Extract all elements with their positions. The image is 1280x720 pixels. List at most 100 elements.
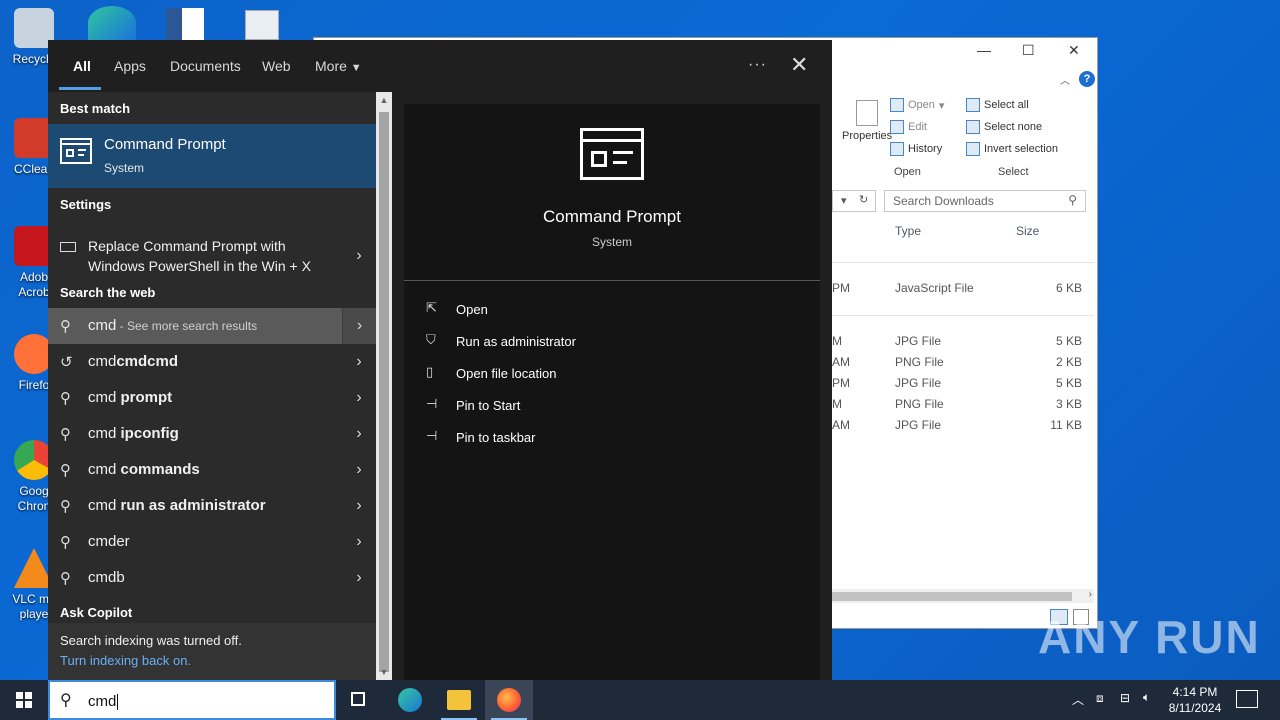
scroll-down-icon[interactable]: ▼ bbox=[376, 664, 392, 680]
text-caret bbox=[117, 694, 119, 711]
turn-indexing-on-link[interactable]: Turn indexing back on. bbox=[60, 653, 191, 668]
chevron-right-icon[interactable]: › bbox=[342, 488, 376, 524]
file-row[interactable]: PM JPG File 5 KB bbox=[832, 374, 1092, 394]
web-search-top-result[interactable]: ⚲ cmd - See more search results › bbox=[48, 308, 376, 344]
file-row[interactable]: AM PNG File 2 KB bbox=[832, 353, 1092, 373]
horizontal-scrollbar[interactable]: › bbox=[832, 589, 1094, 603]
suggestion-item[interactable]: ⚲ cmdb › bbox=[48, 560, 376, 596]
action-pin-to-taskbar[interactable]: ⊣ Pin to taskbar bbox=[426, 426, 726, 450]
taskbar-search-box[interactable]: ⚲ cmd bbox=[48, 680, 336, 720]
edge-desktop-icon[interactable] bbox=[88, 6, 136, 40]
suggestion-item[interactable]: ⚲ cmd ipconfig › bbox=[48, 416, 376, 452]
action-open-file-location[interactable]: ▯ Open file location bbox=[426, 362, 726, 386]
properties-button[interactable]: Properties bbox=[842, 100, 892, 142]
edit-button[interactable]: Edit bbox=[890, 120, 927, 134]
detail-subtitle: System bbox=[591, 235, 632, 249]
close-icon[interactable]: ✕ bbox=[1068, 42, 1080, 59]
chevron-right-icon[interactable]: › bbox=[342, 344, 376, 380]
minimize-icon[interactable]: — bbox=[977, 42, 991, 58]
maximize-icon[interactable]: ☐ bbox=[1022, 42, 1035, 59]
suggestion-item[interactable]: ⚲ cmd commands › bbox=[48, 452, 376, 488]
suggestion-item[interactable]: ⚲ cmd run as administrator › bbox=[48, 488, 376, 524]
suggestion-prefix: cmd bbox=[88, 353, 117, 370]
ribbon-group-open: Open bbox=[894, 166, 921, 178]
more-options-icon[interactable]: ··· bbox=[748, 56, 767, 74]
scrollbar-thumb[interactable] bbox=[832, 592, 1072, 601]
file-type: JPG File bbox=[895, 418, 942, 432]
suggestion-item[interactable]: ⚲ cmd prompt › bbox=[48, 380, 376, 416]
search-downloads-input[interactable]: Search Downloads ⚲ bbox=[884, 190, 1086, 212]
tab-documents[interactable]: Documents bbox=[170, 58, 241, 74]
address-bar-controls[interactable]: ▾ ↻ bbox=[832, 190, 876, 212]
word-desktop-icon[interactable] bbox=[166, 8, 204, 40]
scrollbar-thumb[interactable] bbox=[379, 112, 389, 672]
chevron-right-icon[interactable]: › bbox=[342, 380, 376, 416]
tab-web[interactable]: Web bbox=[262, 58, 291, 74]
chevron-right-icon[interactable]: › bbox=[342, 524, 376, 560]
web-heading: Search the web bbox=[60, 285, 156, 300]
chevron-up-icon[interactable]: ︿ bbox=[1072, 691, 1084, 720]
invert-selection-button[interactable]: Invert selection bbox=[966, 142, 1058, 156]
settings-result-item[interactable]: Replace Command Prompt with Windows Powe… bbox=[48, 228, 376, 284]
chevron-right-icon[interactable]: › bbox=[1089, 589, 1092, 600]
best-match-item[interactable]: Command Prompt System bbox=[48, 124, 376, 188]
edge-taskbar-button[interactable] bbox=[386, 680, 434, 720]
collapse-ribbon-icon[interactable]: ︿ bbox=[1060, 72, 1070, 87]
action-open[interactable]: ⇱ Open bbox=[426, 298, 726, 322]
open-label: Open bbox=[908, 99, 935, 111]
history-label: History bbox=[908, 143, 943, 155]
file-row[interactable]: AM JPG File 11 KB bbox=[832, 416, 1092, 436]
system-clock[interactable]: 4:14 PM 8/11/2024 bbox=[1160, 684, 1230, 716]
close-icon[interactable]: ✕ bbox=[790, 52, 808, 78]
chevron-right-icon[interactable]: › bbox=[342, 452, 376, 488]
chevron-down-icon[interactable]: ▾ bbox=[841, 194, 847, 207]
device-icon[interactable]: ⧈ bbox=[1096, 691, 1104, 720]
best-match-title: Command Prompt bbox=[104, 136, 226, 153]
refresh-icon[interactable]: ↻ bbox=[859, 193, 868, 206]
tab-more[interactable]: More ▼ bbox=[315, 58, 362, 74]
command-prompt-large-icon bbox=[580, 128, 644, 180]
network-icon[interactable]: ⊟ bbox=[1120, 691, 1130, 720]
select-none-button[interactable]: Select none bbox=[966, 120, 1042, 134]
start-button[interactable] bbox=[0, 680, 48, 720]
web-query: cmd bbox=[88, 317, 117, 334]
tab-all[interactable]: All bbox=[73, 58, 91, 74]
results-scrollbar[interactable]: ▲ ▼ bbox=[376, 92, 392, 680]
select-all-button[interactable]: Select all bbox=[966, 98, 1029, 112]
file-size: 3 KB bbox=[1055, 397, 1082, 411]
invert-selection-icon bbox=[966, 142, 980, 156]
file-row[interactable]: M PNG File 3 KB bbox=[832, 395, 1092, 415]
action-label: Run as administrator bbox=[456, 334, 576, 349]
settings-heading: Settings bbox=[60, 197, 112, 212]
search-icon: ⚲ bbox=[60, 390, 71, 407]
help-icon[interactable]: ? bbox=[1079, 71, 1095, 87]
windows-logo-icon bbox=[16, 692, 32, 708]
file-explorer-taskbar-button[interactable] bbox=[435, 680, 483, 720]
action-pin-to-start[interactable]: ⊣ Pin to Start bbox=[426, 394, 726, 418]
open-button[interactable]: Open ▾ bbox=[890, 98, 944, 112]
volume-icon[interactable]: 🔈︎ bbox=[1143, 690, 1150, 720]
divider bbox=[404, 280, 820, 281]
suggestion-item[interactable]: ↺ cmdcmdcmd › bbox=[48, 344, 376, 380]
tab-apps[interactable]: Apps bbox=[114, 58, 146, 74]
search-icon: ⚲ bbox=[60, 498, 71, 515]
image-desktop-icon[interactable] bbox=[245, 10, 279, 40]
chevron-right-icon[interactable]: › bbox=[342, 560, 376, 596]
scroll-up-icon[interactable]: ▲ bbox=[376, 92, 392, 108]
file-row[interactable]: M JPG File 5 KB bbox=[832, 332, 1092, 352]
file-row[interactable]: PM JavaScript File 6 KB bbox=[832, 279, 1092, 299]
firefox-taskbar-button[interactable] bbox=[485, 680, 533, 720]
notification-center-icon[interactable] bbox=[1236, 690, 1258, 708]
search-query[interactable]: cmd bbox=[88, 693, 116, 710]
column-header-size[interactable]: Size bbox=[1016, 224, 1039, 238]
action-run-as-administrator[interactable]: ⛉ Run as administrator bbox=[426, 330, 726, 354]
column-header-type[interactable]: Type bbox=[895, 224, 921, 238]
action-label: Open file location bbox=[456, 366, 557, 381]
chevron-right-icon[interactable]: › bbox=[342, 416, 376, 452]
history-button[interactable]: History bbox=[890, 142, 942, 156]
suggestion-item[interactable]: ⚲ cmder › bbox=[48, 524, 376, 560]
file-type: JPG File bbox=[895, 334, 942, 348]
chevron-right-icon[interactable]: › bbox=[342, 308, 376, 344]
task-view-button[interactable] bbox=[336, 680, 384, 720]
chevron-right-icon[interactable]: › bbox=[342, 238, 376, 274]
